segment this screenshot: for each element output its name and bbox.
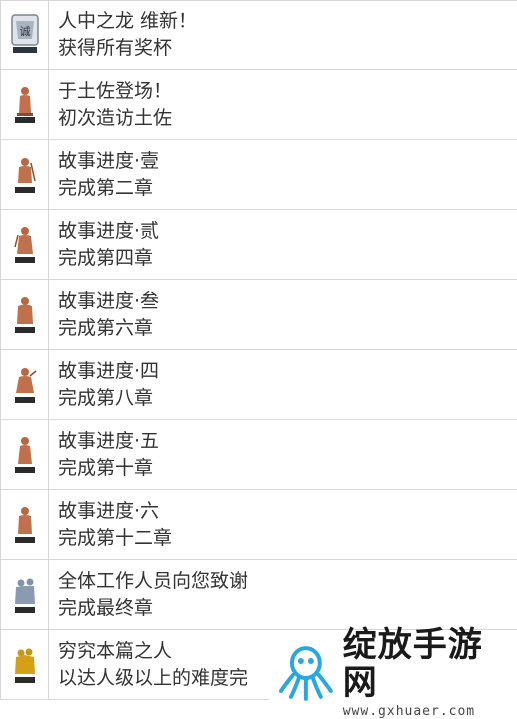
trophy-title: 故事进度·叁	[58, 289, 160, 312]
watermark-title: 绽放手游网	[342, 624, 483, 703]
trophy-row[interactable]: 于土佐登场！ 初次造访土佐	[0, 70, 517, 140]
trophy-icon-cell	[0, 280, 49, 349]
trophy-text: 故事进度·六 完成第十二章	[49, 490, 517, 559]
trophy-description: 完成第八章	[58, 386, 154, 409]
silver-trophy-icon	[14, 578, 35, 613]
bronze-trophy-icon	[14, 436, 35, 473]
trophy-description: 完成第十章	[58, 456, 154, 479]
trophy-row[interactable]: 故事进度·四 完成第八章	[0, 350, 517, 420]
watermark-url: www.gxhuaer.com	[342, 703, 476, 719]
trophy-text: 全体工作人员向您致谢 完成最终章	[49, 560, 517, 629]
gold-trophy-icon	[14, 648, 35, 683]
trophy-icon-cell	[0, 210, 49, 279]
trophy-icon-cell	[0, 350, 49, 419]
trophy-icon-cell	[0, 70, 49, 139]
trophy-icon-cell	[0, 630, 49, 699]
trophy-icon-cell	[0, 560, 49, 629]
trophy-text: 故事进度·四 完成第八章	[49, 350, 517, 419]
bronze-trophy-icon	[14, 367, 36, 403]
trophy-description: 完成第二章	[58, 176, 154, 199]
bronze-trophy-icon	[14, 86, 35, 123]
trophy-description: 完成第六章	[58, 316, 154, 339]
trophy-icon-cell	[0, 140, 49, 209]
trophy-row[interactable]: 故事进度·壹 完成第二章	[0, 140, 517, 210]
trophy-title: 故事进度·壹	[58, 149, 160, 172]
trophy-description: 完成第四章	[58, 246, 154, 269]
trophy-text: 故事进度·叁 完成第六章	[49, 280, 517, 349]
trophy-text: 故事进度·贰 完成第四章	[49, 210, 517, 279]
site-watermark: 绽放手游网 www.gxhuaer.com	[269, 626, 517, 719]
trophy-title: 人中之龙 维新！	[58, 10, 198, 32]
platinum-trophy-icon: 诚	[10, 14, 39, 53]
trophy-description: 获得所有奖杯	[58, 37, 173, 59]
trophy-row[interactable]: 故事进度·五 完成第十章	[0, 420, 517, 490]
trophy-text: 人中之龙 维新！ 获得所有奖杯	[49, 1, 517, 69]
svg-text:诚: 诚	[19, 25, 30, 38]
bronze-trophy-icon	[14, 506, 35, 543]
trophy-list: 诚 人中之龙 维新！ 获得所有奖杯 于土佐登场！ 初次造访土佐 故事进度·壹 完…	[0, 0, 517, 700]
trophy-title: 故事进度·贰	[58, 219, 160, 242]
trophy-title: 故事进度·四	[58, 359, 160, 382]
trophy-icon-cell	[0, 420, 49, 489]
trophy-description: 完成第十二章	[58, 526, 173, 549]
trophy-row[interactable]: 诚 人中之龙 维新！ 获得所有奖杯	[0, 1, 517, 70]
trophy-title: 全体工作人员向您致谢	[58, 569, 249, 592]
trophy-row[interactable]: 故事进度·六 完成第十二章	[0, 490, 517, 560]
trophy-row[interactable]: 故事进度·叁 完成第六章	[0, 280, 517, 350]
trophy-title: 故事进度·六	[58, 499, 160, 522]
trophy-title: 于土佐登场！	[58, 79, 173, 102]
bronze-trophy-icon	[14, 157, 36, 193]
trophy-title: 故事进度·五	[58, 429, 160, 452]
trophy-description: 完成最终章	[58, 596, 154, 619]
octopus-logo-icon	[278, 646, 333, 701]
trophy-description: 初次造访土佐	[58, 106, 173, 129]
trophy-icon-cell	[0, 490, 49, 559]
trophy-text: 故事进度·壹 完成第二章	[49, 140, 517, 209]
trophy-row[interactable]: 全体工作人员向您致谢 完成最终章	[0, 560, 517, 630]
trophy-row[interactable]: 故事进度·贰 完成第四章	[0, 210, 517, 280]
trophy-text: 于土佐登场！ 初次造访土佐	[49, 70, 517, 139]
trophy-icon-cell: 诚	[0, 1, 49, 69]
bronze-trophy-icon	[13, 226, 35, 263]
trophy-text: 故事进度·五 完成第十章	[49, 420, 517, 489]
bronze-trophy-icon	[14, 296, 35, 333]
